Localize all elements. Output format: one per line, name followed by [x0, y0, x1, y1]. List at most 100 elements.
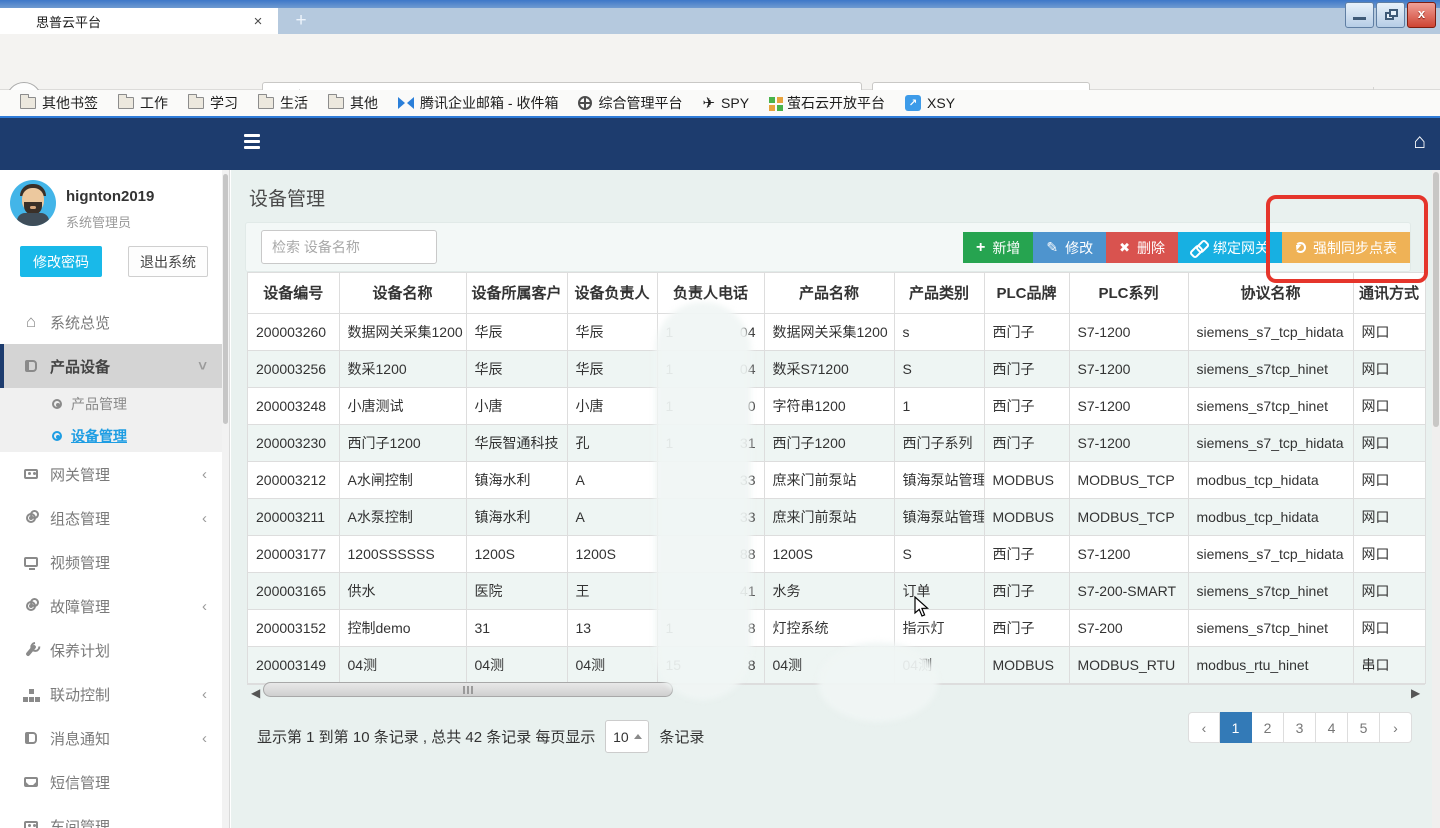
cell-product: 灯控系统 — [764, 609, 894, 646]
pager-page-1[interactable]: 1 — [1220, 712, 1252, 743]
folder-icon — [258, 97, 274, 109]
sidebar-item-消息通知[interactable]: 消息通知‹ — [0, 716, 223, 760]
sidebar-item-故障管理[interactable]: 故障管理‹ — [0, 584, 223, 628]
column-header[interactable]: 产品名称 — [764, 273, 894, 313]
bookmark-label: 学习 — [210, 93, 238, 113]
submenu-item-label: 产品管理 — [71, 394, 127, 414]
window-restore-button[interactable] — [1376, 2, 1405, 28]
强制同步点表-button[interactable]: 强制同步点表 — [1282, 232, 1410, 263]
cell-customer: 华辰智通科技 — [466, 424, 567, 461]
bookmark-item[interactable]: ✈SPY — [694, 91, 757, 115]
tab-close-icon[interactable]: × — [248, 13, 268, 30]
bookmarks-bar: 其他书签工作 学习生活其他腾讯企业邮箱 - 收件箱综合管理平台✈SPY萤石云开放平… — [0, 90, 1440, 118]
pager-page-4[interactable]: 4 — [1316, 712, 1348, 743]
table-row[interactable]: 200003248小唐测试小唐小唐10字符串12001西门子S7-1200sie… — [248, 387, 1425, 424]
bookmark-item[interactable]: 其他 — [320, 91, 386, 115]
pager-page-2[interactable]: 2 — [1252, 712, 1284, 743]
bookmark-item[interactable]: 其他书签 — [12, 91, 106, 115]
column-header[interactable]: 设备所属客户 — [466, 273, 567, 313]
修改-button[interactable]: ✎修改 — [1033, 232, 1106, 263]
bookmark-item[interactable]: 学习 — [180, 91, 246, 115]
cell-protocol: modbus_rtu_hinet — [1188, 646, 1353, 683]
column-header[interactable]: 负责人电话 — [657, 273, 764, 313]
sidebar-item-产品设备[interactable]: 产品设备˅ — [0, 344, 223, 388]
video-icon — [22, 466, 40, 482]
table-row[interactable]: 200003165供水医院王41水务订单西门子S7-200-SMARTsieme… — [248, 572, 1425, 609]
bookmark-item[interactable]: 腾讯企业邮箱 - 收件箱 — [390, 91, 566, 115]
sidebar-item-网关管理[interactable]: 网关管理‹ — [0, 452, 223, 496]
pager-page-5[interactable]: 5 — [1348, 712, 1380, 743]
chevron-icon: ‹ — [202, 598, 207, 615]
sync-icon — [1295, 242, 1306, 253]
bookmark-item[interactable]: 工作 — [110, 91, 176, 115]
pager-prev[interactable]: ‹ — [1188, 712, 1220, 743]
table-row[interactable]: 200003212A水闸控制镇海水利A33庶来门前泵站镇海泵站管理MODBUSM… — [248, 461, 1425, 498]
column-header[interactable]: PLC系列 — [1069, 273, 1188, 313]
table-row[interactable]: 200003260数据网关采集1200华辰华辰104数据网关采集1200s西门子… — [248, 313, 1425, 350]
bookmark-item[interactable]: 生活 — [250, 91, 316, 115]
sidebar-collapse-icon[interactable] — [244, 131, 266, 155]
pager-page-3[interactable]: 3 — [1284, 712, 1316, 743]
app-home-icon[interactable]: ⌂ — [1413, 130, 1426, 154]
绑定网关-button[interactable]: 绑定网关 — [1178, 232, 1282, 263]
cell-category: 镇海泵站管理 — [894, 461, 984, 498]
cell-phone: 104 — [657, 313, 764, 350]
change-password-button[interactable]: 修改密码 — [20, 246, 102, 277]
avatar[interactable] — [10, 180, 56, 226]
submenu-item-设备管理[interactable]: 设备管理 — [0, 420, 223, 452]
column-header[interactable]: 设备负责人 — [567, 273, 657, 313]
window-minimize-button[interactable] — [1345, 2, 1374, 28]
新增-button[interactable]: +新增 — [963, 232, 1033, 263]
table-row[interactable]: 2000031771200SSSSSS1200S1200S881200SS西门子… — [248, 535, 1425, 572]
table-row[interactable]: 200003230西门子1200华辰智通科技孔131西门子1200西门子系列西门… — [248, 424, 1425, 461]
column-header[interactable]: 产品类别 — [894, 273, 984, 313]
column-header[interactable]: 通讯方式 — [1353, 273, 1425, 313]
sidebar-item-系统总览[interactable]: ⌂系统总览 — [0, 300, 223, 344]
sidebar-item-组态管理[interactable]: 组态管理‹ — [0, 496, 223, 540]
cell-name: 西门子1200 — [339, 424, 466, 461]
device-search-input[interactable] — [261, 230, 437, 264]
cell-id: 200003149 — [248, 646, 339, 683]
column-header[interactable]: 设备编号 — [248, 273, 339, 313]
sidebar-item-车间管理[interactable]: 车间管理 — [0, 804, 223, 828]
cell-protocol: siemens_s7_tcp_hidata — [1188, 535, 1353, 572]
plane-icon: ✈ — [702, 94, 715, 112]
window-close-button[interactable]: x — [1407, 2, 1436, 28]
logout-button[interactable]: 退出系统 — [128, 246, 208, 277]
column-header[interactable]: PLC品牌 — [984, 273, 1069, 313]
bookmark-item[interactable]: ↗XSY — [897, 91, 963, 115]
hscroll-right-arrow[interactable]: ▶ — [1411, 686, 1420, 700]
hscroll-left-arrow[interactable]: ◀ — [251, 686, 260, 700]
cell-plc_brand: 西门子 — [984, 535, 1069, 572]
page-size-select[interactable]: 10 — [605, 720, 649, 753]
cell-name: 控制demo — [339, 609, 466, 646]
table-row[interactable]: 20000314904测04测04测15804测04测MODBUSMODBUS_… — [248, 646, 1425, 683]
table-row[interactable]: 200003211A水泵控制镇海水利A33庶来门前泵站镇海泵站管理MODBUSM… — [248, 498, 1425, 535]
cell-phone: 158 — [657, 646, 764, 683]
column-header[interactable]: 协议名称 — [1188, 273, 1353, 313]
table-row[interactable]: 200003152控制demo311318灯控系统指示灯西门子S7-200sie… — [248, 609, 1425, 646]
column-header[interactable]: 设备名称 — [339, 273, 466, 313]
sidebar-item-短信管理[interactable]: 短信管理 — [0, 760, 223, 804]
hscroll-thumb[interactable] — [263, 682, 673, 697]
page-scrollbar[interactable] — [1432, 170, 1440, 828]
button-label: 新增 — [992, 238, 1020, 258]
table-row[interactable]: 200003256数采1200华辰华辰104数采S71200S西门子S7-120… — [248, 350, 1425, 387]
cell-owner: 华辰 — [567, 313, 657, 350]
button-label: 修改 — [1065, 238, 1093, 258]
sidebar-item-联动控制[interactable]: 联动控制‹ — [0, 672, 223, 716]
new-tab-button[interactable]: + — [288, 10, 314, 32]
sidebar-scrollbar[interactable] — [222, 170, 229, 828]
bookmark-item[interactable]: 综合管理平台 — [570, 91, 690, 115]
删除-button[interactable]: ✖删除 — [1106, 232, 1178, 263]
cell-category: 指示灯 — [894, 609, 984, 646]
browser-tab[interactable]: 思普云平台 × — [0, 8, 278, 34]
sidebar-item-保养计划[interactable]: 保养计划 — [0, 628, 223, 672]
submenu-item-产品管理[interactable]: 产品管理 — [0, 388, 223, 420]
main-content: 设备管理 +新增✎修改✖删除绑定网关强制同步点表 设备编号设备名称设备所属客户设… — [231, 170, 1432, 828]
browser-titlebar: 思普云平台 × + x — [0, 0, 1440, 34]
pager-next[interactable]: › — [1380, 712, 1412, 743]
cell-protocol: siemens_s7_tcp_hidata — [1188, 313, 1353, 350]
bookmark-item[interactable]: 萤石云开放平台 — [761, 91, 893, 115]
sidebar-item-视频管理[interactable]: 视频管理 — [0, 540, 223, 584]
